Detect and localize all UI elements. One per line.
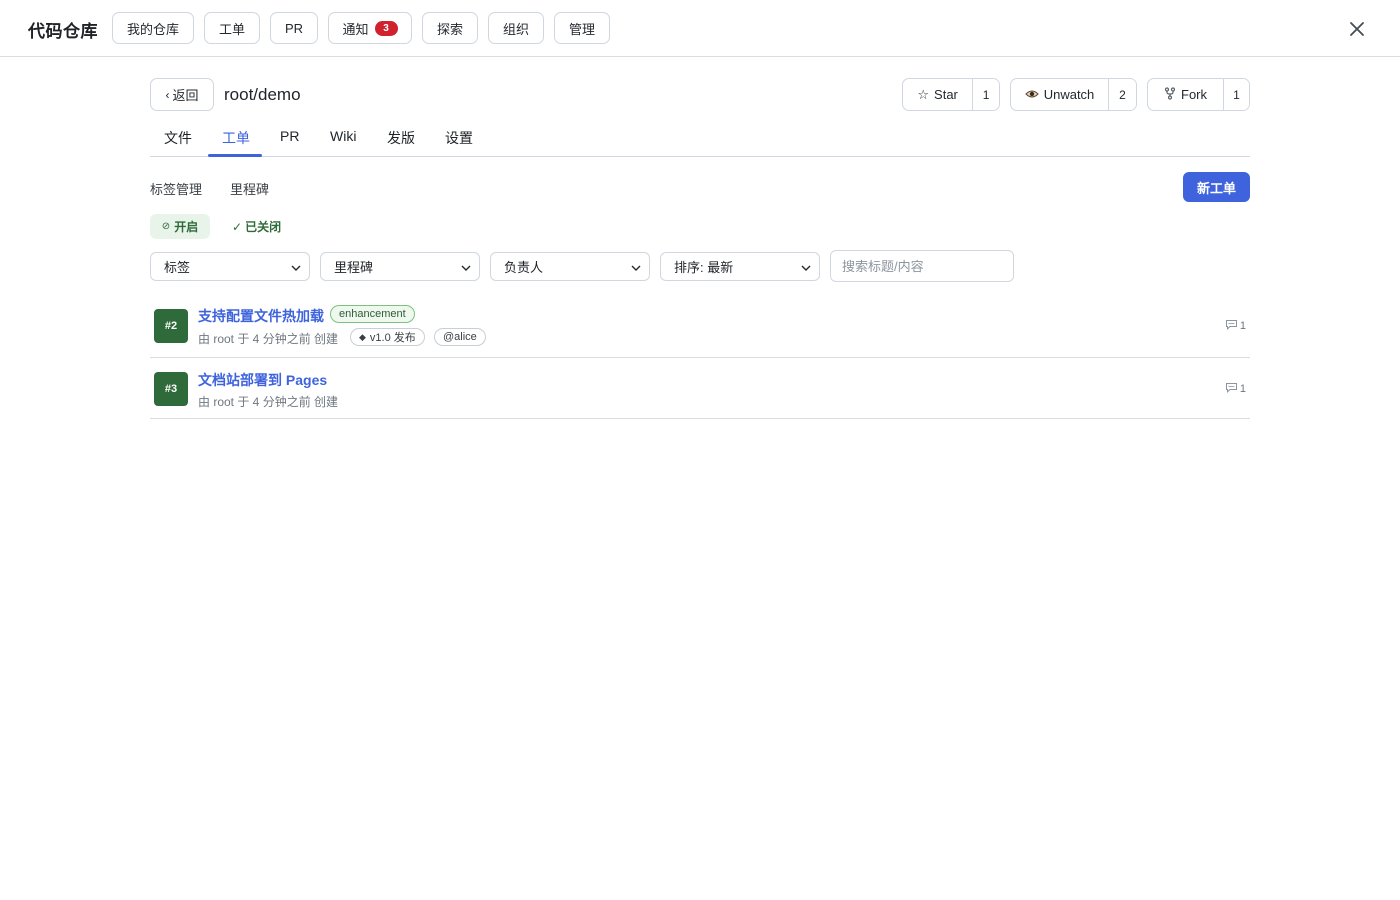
- assignee-filter-select[interactable]: 负责人: [490, 252, 650, 281]
- nav-notifications-button[interactable]: 通知 3: [328, 12, 412, 44]
- eye-icon: [1024, 87, 1039, 102]
- select-value: 标签: [164, 260, 191, 275]
- issue-number-badge: #3: [154, 372, 188, 406]
- open-filter-button[interactable]: ⊘ 开启: [150, 214, 210, 239]
- nav-issues-button[interactable]: 工单: [204, 12, 260, 44]
- comment-count-value: 1: [1239, 320, 1246, 332]
- chevron-down-icon: [291, 259, 301, 274]
- new-issue-button[interactable]: 新工单: [1183, 172, 1250, 202]
- select-value: 排序: 最新: [674, 260, 734, 275]
- fork-button[interactable]: Fork: [1148, 79, 1224, 110]
- fork-group: Fork 1: [1147, 78, 1250, 111]
- comment-count[interactable]: 1: [1225, 382, 1246, 396]
- unwatch-button[interactable]: Unwatch: [1011, 79, 1109, 110]
- tab-pr[interactable]: PR: [280, 128, 299, 144]
- tab-issues[interactable]: 工单: [222, 128, 250, 148]
- back-label: 返回: [172, 88, 199, 103]
- nav-label: 通知: [342, 21, 369, 37]
- unwatch-label: Unwatch: [1043, 87, 1095, 102]
- milestone-label: v1.0 发布: [369, 332, 416, 344]
- nav-label: 探索: [436, 21, 463, 37]
- star-group: ☆ Star 1: [902, 78, 1000, 111]
- star-label: Star: [934, 87, 958, 102]
- nav-label: 我的仓库: [126, 21, 179, 37]
- tab-wiki[interactable]: Wiki: [330, 128, 356, 144]
- watch-group: Unwatch 2: [1010, 78, 1137, 111]
- issue-number-badge: #2: [154, 309, 188, 343]
- active-tab-indicator: [208, 154, 262, 157]
- issue-search-input[interactable]: [830, 250, 1014, 282]
- nav-my-repos-button[interactable]: 我的仓库: [112, 12, 194, 44]
- chevron-left-icon: ‹: [165, 87, 170, 102]
- issue-title-link[interactable]: 支持配置文件热加载: [198, 306, 324, 326]
- milestone-filter-select[interactable]: 里程碑: [320, 252, 480, 281]
- close-icon[interactable]: [1344, 16, 1370, 42]
- select-value: 负责人: [504, 260, 544, 275]
- issue-row[interactable]: #3 文档站部署到 Pages 由 root 于 4 分钟之前 创建 1: [150, 358, 1250, 419]
- chevron-down-icon: [801, 259, 811, 274]
- chevron-down-icon: [631, 259, 641, 274]
- tab-files[interactable]: 文件: [164, 128, 192, 148]
- closed-label: 已关闭: [245, 220, 282, 234]
- sort-select[interactable]: 排序: 最新: [660, 252, 820, 281]
- watch-count[interactable]: 2: [1109, 79, 1136, 110]
- diamond-icon: ◆: [359, 331, 366, 342]
- nav-label: 工单: [218, 21, 245, 37]
- back-button[interactable]: ‹ 返回: [150, 78, 214, 111]
- label-filter-select[interactable]: 标签: [150, 252, 310, 281]
- comment-count[interactable]: 1: [1225, 319, 1246, 333]
- nav-pr-button[interactable]: PR: [270, 12, 318, 44]
- issue-row[interactable]: #2 支持配置文件热加载 enhancement 由 root 于 4 分钟之前…: [150, 295, 1250, 358]
- brand-title: 代码仓库: [28, 22, 98, 41]
- fork-label: Fork: [1181, 87, 1207, 102]
- assignee-pill[interactable]: @alice: [434, 328, 486, 346]
- issue-title-link[interactable]: 文档站部署到 Pages: [198, 370, 327, 390]
- fork-count[interactable]: 1: [1224, 79, 1249, 110]
- chevron-down-icon: [461, 259, 471, 274]
- select-value: 里程碑: [334, 260, 374, 275]
- nav-label: 管理: [568, 21, 595, 37]
- issue-meta: 由 root 于 4 分钟之前 创建: [198, 332, 339, 346]
- nav-label: PR: [284, 20, 304, 36]
- nav-explore-button[interactable]: 探索: [422, 12, 478, 44]
- tab-releases[interactable]: 发版: [387, 128, 415, 148]
- milestones-link[interactable]: 里程碑: [230, 179, 269, 198]
- check-icon: ✓: [232, 219, 243, 234]
- star-button[interactable]: ☆ Star: [903, 79, 974, 110]
- tab-settings[interactable]: 设置: [445, 128, 473, 148]
- labels-link[interactable]: 标签管理: [150, 179, 202, 198]
- comment-count-value: 1: [1239, 383, 1246, 395]
- open-circle-icon: ⊘: [161, 221, 171, 232]
- issue-meta: 由 root 于 4 分钟之前 创建: [198, 395, 339, 409]
- comment-icon: [1225, 319, 1238, 333]
- issue-label-pill[interactable]: enhancement: [330, 305, 415, 323]
- repo-title: root/demo: [224, 85, 301, 104]
- open-label: 开启: [174, 220, 199, 234]
- repo-tabs: 文件 工单 PR Wiki 发版 设置: [150, 118, 1250, 157]
- nav-label: 组织: [502, 21, 529, 37]
- top-bar: 代码仓库 我的仓库 工单 PR 通知 3 探索 组织 管理: [0, 0, 1400, 57]
- comment-icon: [1225, 382, 1238, 396]
- star-icon: ☆: [917, 86, 930, 102]
- notification-count-badge: 3: [374, 20, 398, 36]
- fork-icon: [1164, 86, 1176, 103]
- nav-admin-button[interactable]: 管理: [554, 12, 610, 44]
- star-count[interactable]: 1: [973, 79, 999, 110]
- closed-filter-button[interactable]: ✓ 已关闭: [232, 218, 281, 235]
- nav-orgs-button[interactable]: 组织: [488, 12, 544, 44]
- milestone-pill[interactable]: ◆ v1.0 发布: [350, 328, 425, 346]
